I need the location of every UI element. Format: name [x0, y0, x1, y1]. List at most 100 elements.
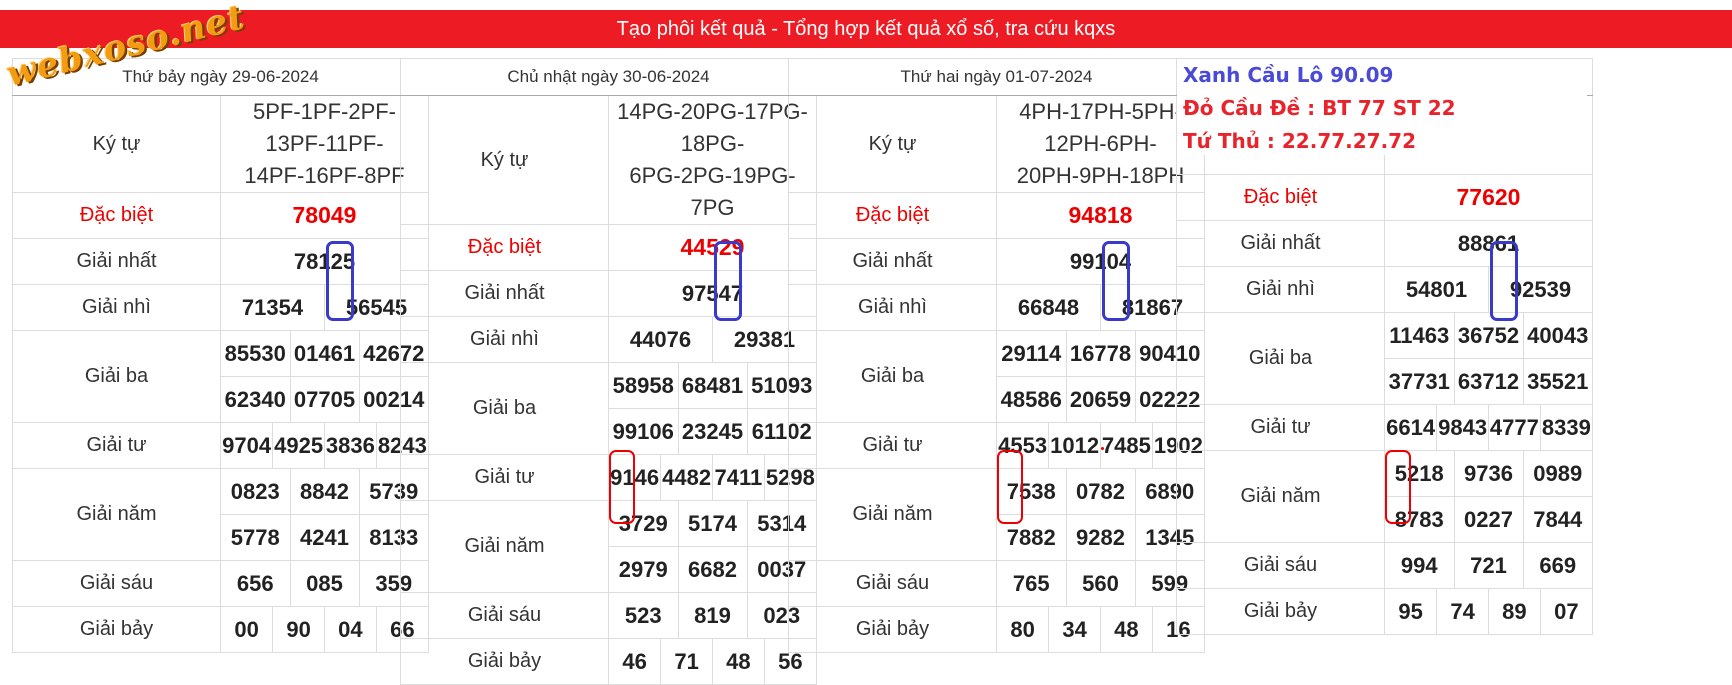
result-table: Thứ hai ngày 01-07-2024 Ký tự 4PH-17PH-5P… — [788, 58, 1205, 653]
giai-ba-value: 36752 — [1453, 313, 1523, 359]
giai-nam-value: 7882 — [997, 514, 1066, 560]
giai-nam-grid: 5218 9736 0989 8783 0227 7844 — [1385, 451, 1592, 542]
giai-ba-value: 37731 — [1385, 358, 1454, 404]
giai-ba-label: Giải ba — [1176, 312, 1385, 405]
giai-tu-value: 4925 — [272, 423, 325, 468]
giai-tu-value: 1012 — [1048, 423, 1101, 468]
giai-ba-label: Giải ba — [788, 330, 997, 423]
giai-nhi-grid: 54801 92539 — [1385, 267, 1592, 312]
giai-tu-label: Giải tư — [12, 422, 221, 469]
giai-nhat-value: 78125 — [220, 238, 429, 285]
giai-nam-value: 8783 — [1385, 496, 1454, 542]
red-mark — [1101, 447, 1104, 450]
giai-bay-value: 74 — [1436, 589, 1489, 634]
giai-ba-value: 23245 — [677, 408, 747, 454]
giai-tu-value: 9843 — [1436, 405, 1489, 450]
giai-nam-value: 9282 — [1065, 514, 1135, 560]
result-panel: Thứ hai ngày 01-07-2024 Ký tự 4PH-17PH-5P… — [788, 58, 1205, 653]
giai-bay-grid: 46 71 48 56 — [609, 639, 816, 684]
giai-sau-label: Giải sáu — [788, 560, 997, 607]
ky-tu-value: 4PH-17PH-5PH-12PH-6PH- 20PH-9PH-18PH — [996, 95, 1205, 193]
giai-bay-grid: 00 90 04 66 — [221, 607, 428, 652]
giai-nhi-label: Giải nhì — [788, 284, 997, 331]
giai-tu-value: 9704 — [222, 432, 272, 458]
result-table: Thứ bảy ngày 29-06-2024 Ký tự 5PF-1PF-2PF… — [12, 58, 429, 653]
giai-ba-grid: 58958 68481 51093 99106 23245 61102 — [609, 363, 816, 454]
giai-nam-value: 5778 — [221, 514, 290, 560]
giai-ba-value: 63712 — [1453, 358, 1523, 404]
ky-tu-line: 14PF-16PF-8PF — [244, 163, 405, 188]
giai-nam-value: 3729 — [618, 510, 668, 536]
result-panel: Thứ bảy ngày 29-06-2024 Ký tự 5PF-1PF-2PF… — [12, 58, 429, 653]
giai-tu-grid: 9146 4482 7411 5298 — [609, 455, 816, 500]
webxoso-logo: webxoso.net — [3, 0, 249, 95]
dac-biet-value: 44529 — [608, 224, 817, 271]
page-banner: Tạo phôi kết quả - Tổng hợp kết quả xổ s… — [0, 10, 1732, 48]
giai-ba-label: Giải ba — [12, 330, 221, 423]
giai-sau-value: 085 — [289, 561, 359, 606]
ky-tu-line: 6PG-2PG-19PG-7PG — [629, 163, 796, 220]
dac-biet-label: Đặc biệt — [12, 192, 221, 239]
giai-ba-value: 99106 — [609, 408, 678, 454]
giai-nam-label: Giải năm — [400, 500, 609, 593]
giai-bay-value: 48 — [712, 639, 765, 684]
giai-nam-grid: 0823 8842 5739 5778 4241 8133 — [221, 469, 428, 560]
giai-sau-value: 669 — [1522, 543, 1592, 588]
giai-tu-value: 9146 — [610, 464, 660, 490]
giai-tu-value: 8339 — [1539, 405, 1592, 450]
giai-nhi-value: 92539 — [1488, 267, 1592, 312]
giai-nam-value: 4241 — [289, 514, 359, 560]
giai-nam-value: 8842 — [289, 469, 359, 515]
giai-nhat-label: Giải nhất — [788, 238, 997, 285]
giai-nam-label: Giải năm — [12, 468, 221, 561]
giai-nhi-value: 44076 — [629, 326, 692, 352]
giai-ba-value: 35521 — [1522, 358, 1592, 404]
giai-bay-value: 95 — [1398, 598, 1423, 624]
dac-biet-value: 78049 — [220, 192, 429, 239]
giai-sau-value: 994 — [1400, 552, 1438, 578]
giai-nam-value: 5218 — [1394, 460, 1444, 486]
ky-tu-line: 20PH-9PH-18PH — [1016, 163, 1185, 188]
giai-ba-label: Giải ba — [400, 362, 609, 455]
giai-nhi-value: 54801 — [1405, 276, 1468, 302]
giai-bay-label: Giải bảy — [788, 606, 997, 653]
giai-nam-value: 9736 — [1453, 451, 1523, 497]
giai-bay-value: 80 — [1010, 616, 1035, 642]
giai-bay-grid: 95 74 89 07 — [1385, 589, 1592, 634]
giai-ba-value: 48586 — [997, 376, 1066, 422]
giai-nhi-grid: 66848 81867 — [997, 285, 1204, 330]
giai-tu-label: Giải tư — [788, 422, 997, 469]
prediction-line-blue: Xanh Cầu Lô 90.09 — [1183, 63, 1394, 87]
giai-tu-value: 7411 — [712, 455, 765, 500]
giai-nam-value: 6682 — [677, 546, 747, 592]
giai-nam-value: 0823 — [230, 478, 280, 504]
giai-nhi-grid: 71354 56545 — [221, 285, 428, 330]
result-table: Chủ nhật ngày 30-06-2024 Ký tự 14PG-20PG-… — [400, 58, 817, 685]
giai-nam-value: 0227 — [1453, 496, 1523, 542]
ky-tu-line: 4PH-17PH-5PH-12PH-6PH- — [1019, 99, 1182, 156]
giai-nhi-label: Giải nhì — [12, 284, 221, 331]
giai-sau-value: 721 — [1453, 543, 1523, 588]
giai-nhi-label: Giải nhì — [1176, 266, 1385, 313]
giai-ba-value: 07705 — [289, 376, 359, 422]
giai-bay-label: Giải bảy — [400, 638, 609, 685]
giai-sau-label: Giải sáu — [400, 592, 609, 639]
draw-date: Chủ nhật ngày 30-06-2024 — [400, 58, 817, 96]
giai-ba-value: 29114 — [1001, 340, 1062, 366]
giai-ba-value: 11463 — [1389, 322, 1450, 348]
giai-tu-grid: 6614 9843 4777 8339 — [1385, 405, 1592, 450]
dac-biet-label: Đặc biệt — [1176, 174, 1385, 221]
giai-nam-value: 2979 — [609, 546, 678, 592]
giai-nhi-value: 66848 — [1017, 294, 1080, 320]
giai-sau-grid: 523 819 023 — [609, 593, 816, 638]
giai-nam-value: 5174 — [677, 501, 747, 547]
giai-bay-value: 04 — [324, 607, 377, 652]
result-panel: Xanh Cầu Lô 90.09 Đỏ Cầu Đề : BT 77 ST 2… — [1176, 58, 1593, 635]
giai-bay-value: 71 — [660, 639, 713, 684]
giai-bay-grid: 80 34 48 16 — [997, 607, 1204, 652]
giai-sau-grid: 994 721 669 — [1385, 543, 1592, 588]
giai-sau-value: 523 — [624, 602, 662, 628]
giai-ba-value: 01461 — [289, 331, 359, 377]
giai-nhat-value: 99104 — [996, 238, 1205, 285]
giai-sau-value: 819 — [677, 593, 747, 638]
